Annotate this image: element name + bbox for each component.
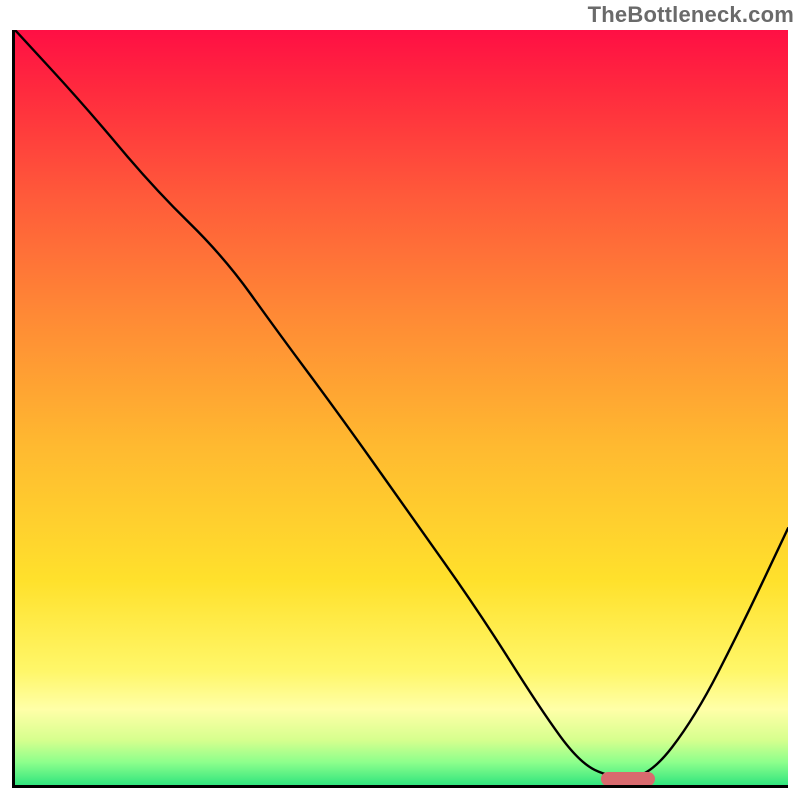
bottleneck-curve: [15, 30, 788, 785]
plot-area: [12, 30, 788, 788]
watermark-text: TheBottleneck.com: [588, 2, 794, 28]
optimal-marker: [601, 772, 655, 786]
chart-container: TheBottleneck.com: [0, 0, 800, 800]
